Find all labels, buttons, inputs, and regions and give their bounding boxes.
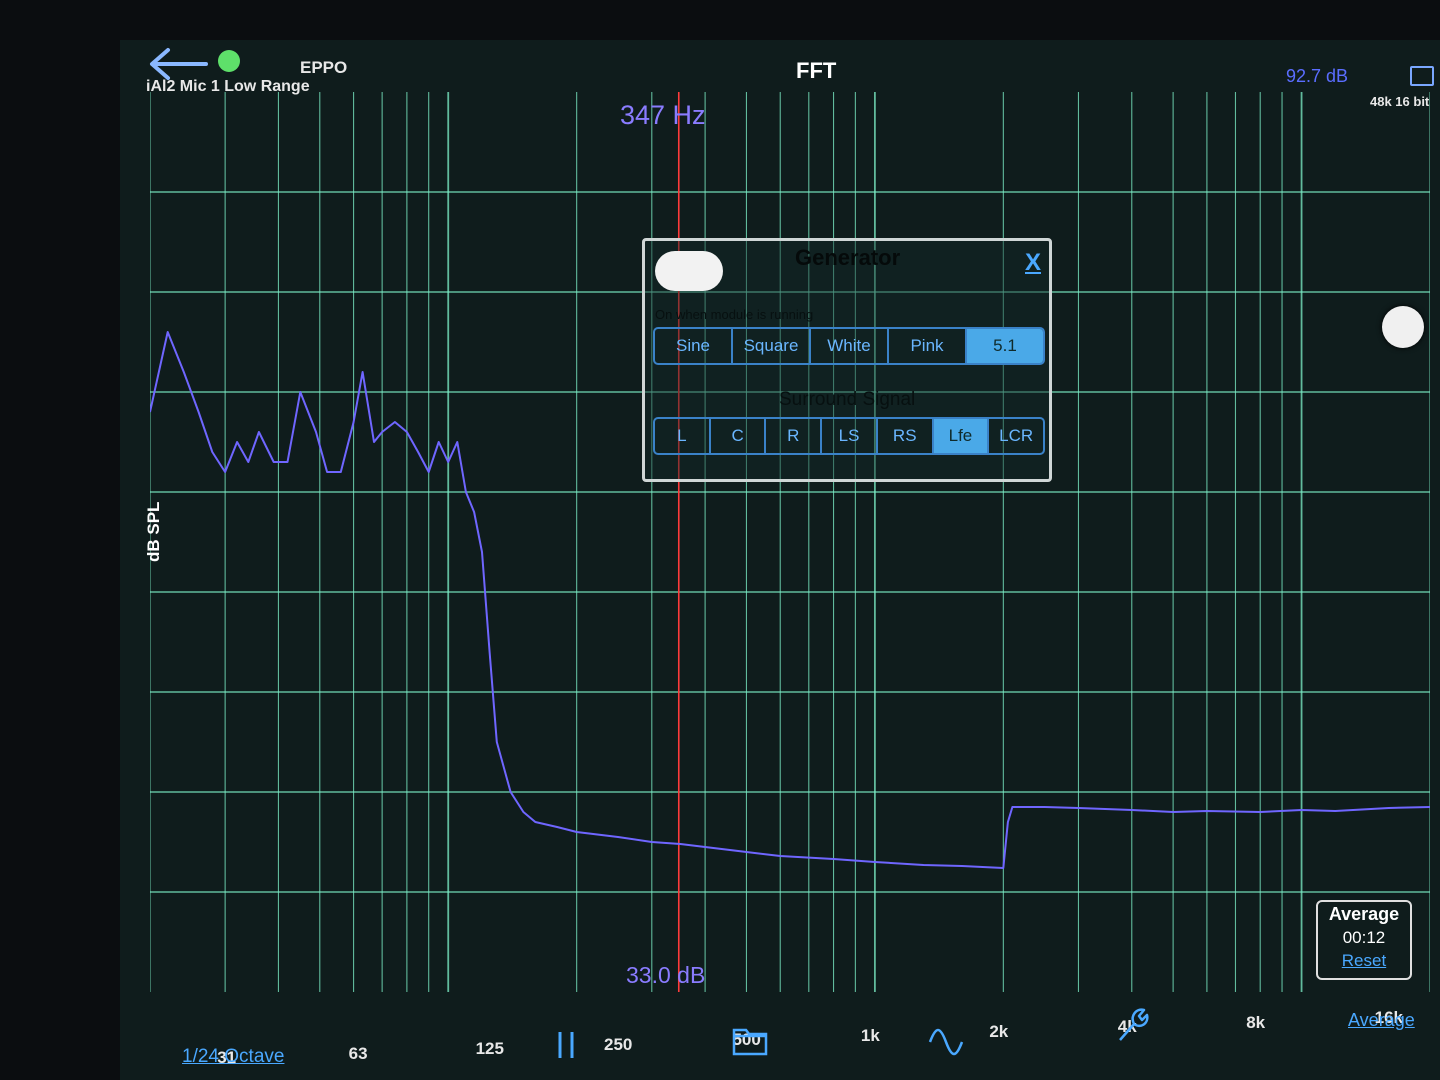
signal-option-5-1[interactable]: 5.1 bbox=[967, 329, 1043, 363]
signal-option-sine[interactable]: Sine bbox=[655, 329, 733, 363]
fft-plot[interactable]: 347 Hz 33.0 dB dB SPL 20 40 60 Generator… bbox=[144, 92, 1430, 1067]
surround-signal-label: Surround Signal bbox=[779, 389, 916, 410]
fft-chart[interactable] bbox=[150, 92, 1430, 1002]
top-bar: EPPO iAl2 Mic 1 Low Range FFT 92.7 dB 48… bbox=[120, 40, 1440, 109]
channel-option-lfe[interactable]: Lfe bbox=[933, 419, 990, 453]
bottom-toolbar: 1/24 Octave Average bbox=[120, 1008, 1440, 1080]
signal-option-pink[interactable]: Pink bbox=[889, 329, 967, 363]
cursor-frequency-readout: 347 Hz bbox=[620, 100, 706, 130]
pause-icon[interactable] bbox=[554, 1030, 578, 1065]
generator-title: Generator bbox=[795, 245, 901, 270]
reset-average-button[interactable]: Reset bbox=[1318, 951, 1410, 971]
channel-option-c[interactable]: C bbox=[711, 419, 767, 453]
fft-screen: EPPO iAl2 Mic 1 Low Range FFT 92.7 dB 48… bbox=[120, 40, 1440, 1080]
wrench-icon[interactable] bbox=[1114, 1004, 1150, 1049]
device-name: EPPO bbox=[300, 58, 348, 77]
signal-type-selector: Sine Square White Pink 5.1 bbox=[653, 327, 1045, 365]
average-title: Average bbox=[1328, 904, 1400, 924]
channel-option-l[interactable]: L bbox=[655, 419, 711, 453]
chart-icon[interactable] bbox=[1410, 66, 1434, 86]
y-axis-label: dB SPL bbox=[144, 501, 163, 562]
input-status-indicator bbox=[218, 50, 240, 72]
signal-option-white[interactable]: White bbox=[811, 329, 889, 363]
generator-note: On when module is running bbox=[655, 307, 814, 322]
slider-handle[interactable] bbox=[1382, 306, 1424, 348]
cursor-level-readout: 33.0 dB bbox=[626, 962, 706, 988]
octave-resolution-button[interactable]: 1/24 Octave bbox=[182, 1046, 284, 1068]
close-button[interactable]: X bbox=[1025, 249, 1041, 277]
average-panel: Average 00:12 Reset bbox=[1316, 900, 1412, 980]
module-title: FFT bbox=[796, 58, 837, 83]
generator-toggle[interactable] bbox=[655, 251, 723, 291]
channel-option-lcr[interactable]: LCR bbox=[989, 419, 1043, 453]
generator-panel: Generator X On when module is running Si… bbox=[642, 238, 1052, 482]
folder-icon[interactable] bbox=[732, 1024, 768, 1061]
overall-level-readout: 92.7 dB bbox=[1286, 66, 1349, 86]
generator-wave-icon[interactable] bbox=[928, 1028, 964, 1061]
average-mode-button[interactable]: Average bbox=[1348, 1010, 1415, 1031]
channel-option-ls[interactable]: LS bbox=[822, 419, 878, 453]
surround-channel-selector: L C R LS RS Lfe LCR bbox=[653, 417, 1045, 455]
channel-option-rs[interactable]: RS bbox=[878, 419, 934, 453]
signal-option-square[interactable]: Square bbox=[733, 329, 811, 363]
average-time: 00:12 bbox=[1342, 928, 1386, 947]
channel-option-r[interactable]: R bbox=[766, 419, 823, 453]
